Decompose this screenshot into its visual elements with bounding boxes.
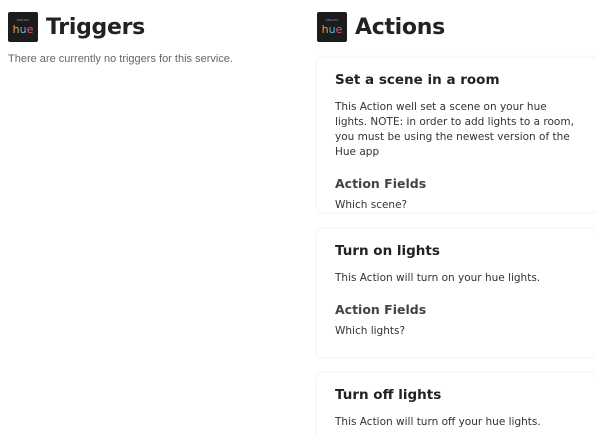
hue-letter-h: h — [12, 23, 20, 36]
action-card-set-scene[interactable]: Set a scene in a room This Action well s… — [317, 58, 596, 212]
philips-brand-text: PHILIPS — [325, 18, 339, 22]
action-description: This Action well set a scene on your hue… — [335, 101, 574, 158]
hue-logo-icon: PHILIPS hue — [317, 12, 347, 42]
action-description: This Action will turn off your hue light… — [335, 416, 541, 428]
actions-header: PHILIPS hue Actions — [317, 12, 445, 42]
action-title: Turn on lights — [335, 243, 440, 259]
triggers-empty-message: There are currently no triggers for this… — [8, 53, 233, 65]
triggers-title: Triggers — [46, 14, 145, 40]
actions-title: Actions — [355, 14, 445, 40]
hue-wordmark: hue — [13, 24, 34, 35]
hue-letter-e: e — [335, 23, 343, 36]
hue-logo-icon: PHILIPS hue — [8, 12, 38, 42]
philips-brand-text: PHILIPS — [16, 18, 30, 22]
action-field-value: Which lights? — [335, 325, 406, 337]
hue-letter-u: u — [328, 23, 336, 36]
action-fields-heading: Action Fields — [335, 302, 427, 317]
action-card-turn-off-lights[interactable]: Turn off lights This Action will turn of… — [317, 373, 596, 435]
hue-letter-u: u — [19, 23, 27, 36]
action-description: This Action will turn on your hue lights… — [335, 272, 541, 284]
action-card-turn-on-lights[interactable]: Turn on lights This Action will turn on … — [317, 229, 596, 357]
action-fields-heading: Action Fields — [335, 176, 427, 191]
action-field-value: Which scene? — [335, 199, 408, 211]
triggers-header: PHILIPS hue Triggers — [8, 12, 145, 42]
hue-wordmark: hue — [322, 24, 343, 35]
hue-letter-h: h — [321, 23, 329, 36]
hue-letter-e: e — [26, 23, 34, 36]
action-title: Set a scene in a room — [335, 72, 500, 88]
action-title: Turn off lights — [335, 387, 442, 403]
